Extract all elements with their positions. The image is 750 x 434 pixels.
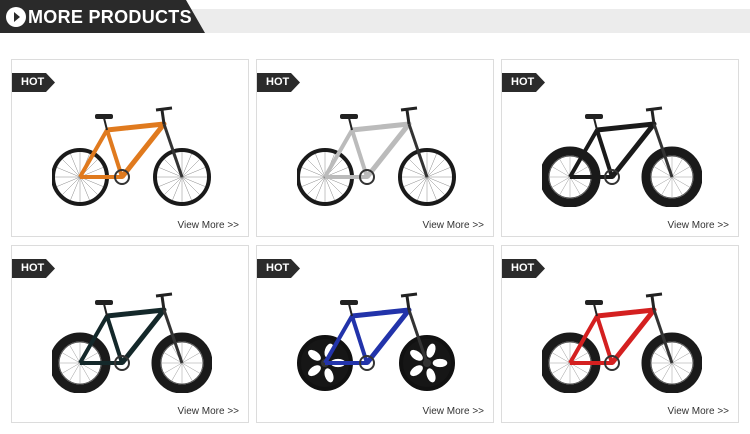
- product-card[interactable]: HOT View More >>: [11, 59, 249, 237]
- play-icon: [6, 7, 26, 27]
- view-more-link[interactable]: View More >>: [422, 406, 484, 417]
- view-more-link[interactable]: View More >>: [422, 220, 484, 231]
- bike-image: [542, 106, 702, 207]
- product-card[interactable]: HOT View More >>: [501, 59, 739, 237]
- bike-image: [297, 106, 456, 206]
- hot-badge: HOT: [502, 259, 545, 278]
- bike-image: [52, 106, 211, 206]
- bike-image: [52, 292, 212, 393]
- hot-badge: HOT: [257, 259, 300, 278]
- header-tab: MORE PRODUCTS: [0, 0, 205, 33]
- product-card[interactable]: HOT View More >>: [256, 59, 494, 237]
- hot-badge: HOT: [12, 73, 55, 92]
- hot-badge: HOT: [257, 73, 300, 92]
- hot-badge: HOT: [502, 73, 545, 92]
- view-more-link[interactable]: View More >>: [667, 406, 729, 417]
- section-title: MORE PRODUCTS: [28, 7, 192, 27]
- bike-image: [297, 292, 455, 391]
- view-more-link[interactable]: View More >>: [177, 406, 239, 417]
- product-card[interactable]: HOT View More >>: [501, 245, 739, 423]
- bike-image: [542, 292, 702, 393]
- view-more-link[interactable]: View More >>: [177, 220, 239, 231]
- product-card[interactable]: HOT View More >>: [256, 245, 494, 423]
- hot-badge: HOT: [12, 259, 55, 278]
- view-more-link[interactable]: View More >>: [667, 220, 729, 231]
- product-card[interactable]: HOT View More >>: [11, 245, 249, 423]
